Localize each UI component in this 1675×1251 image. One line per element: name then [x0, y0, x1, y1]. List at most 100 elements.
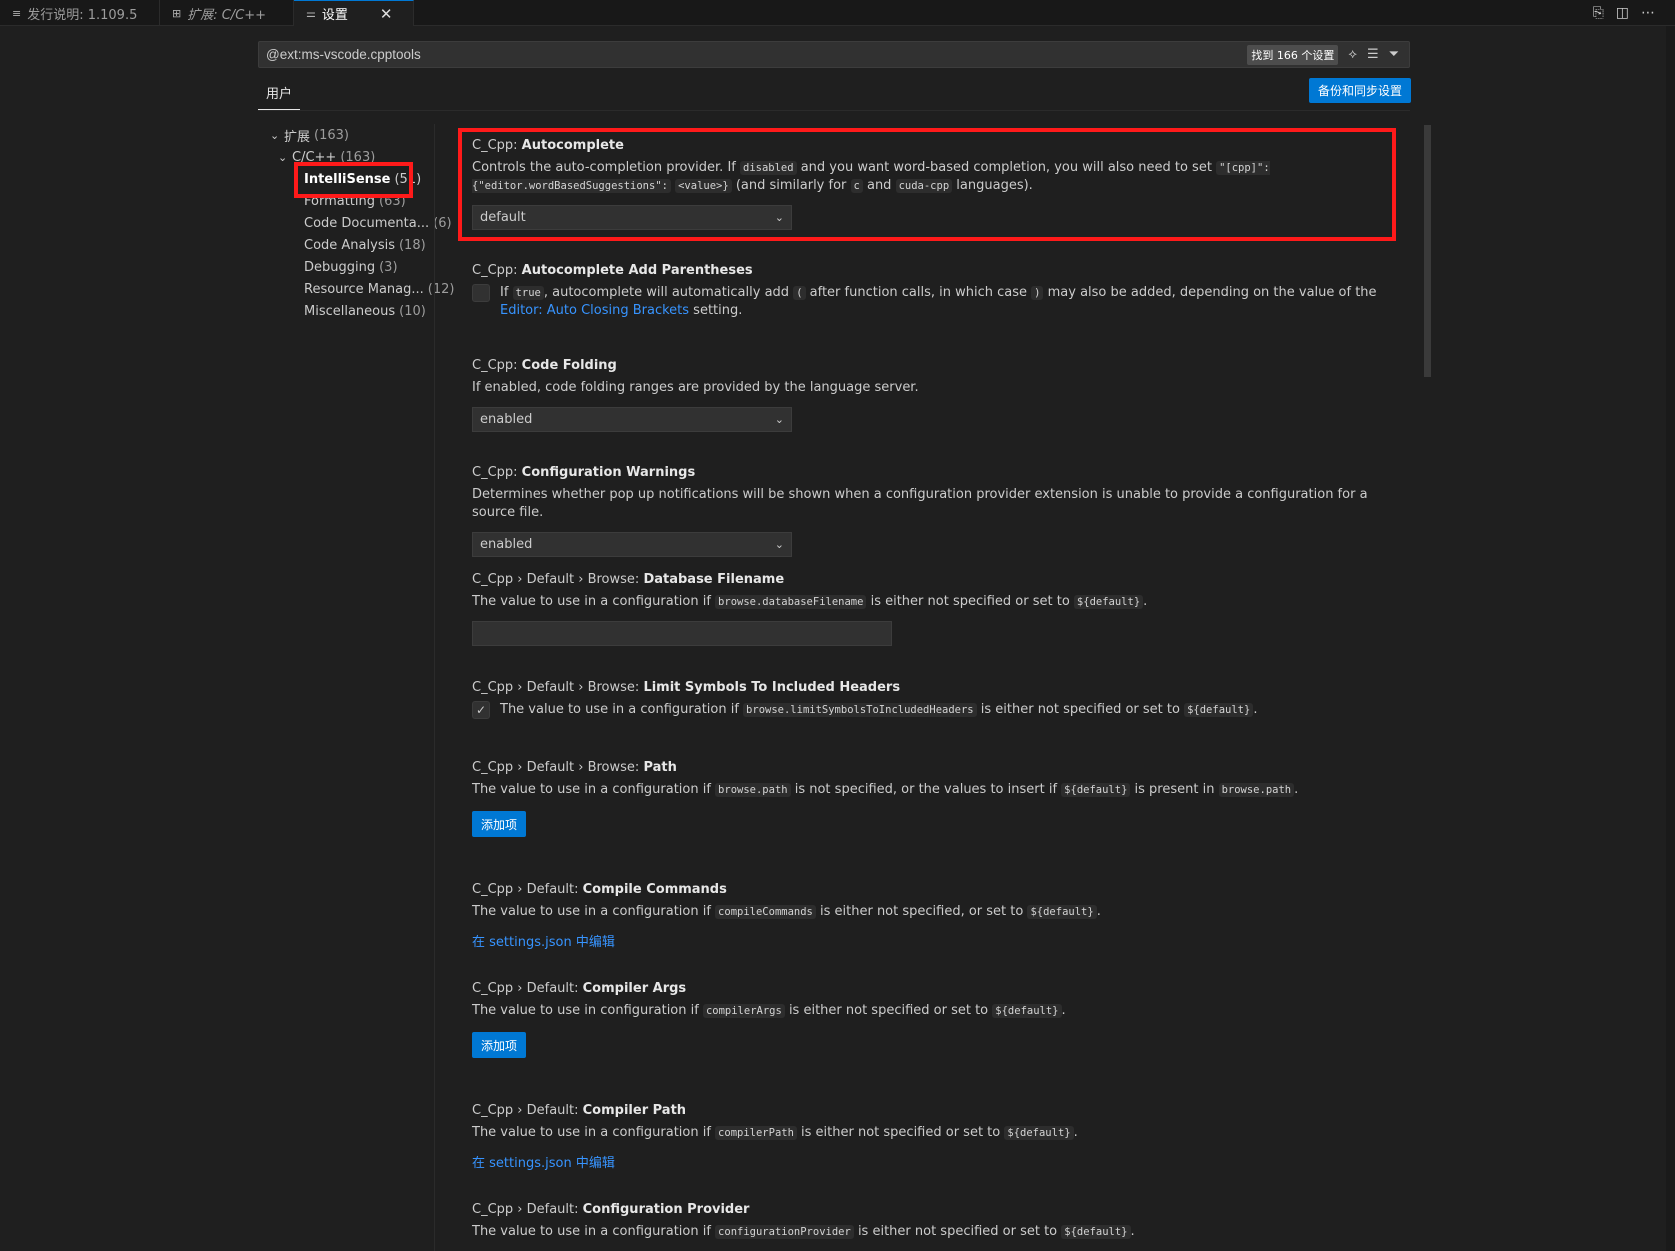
- autocomplete-select[interactable]: default ⌄: [472, 205, 792, 230]
- tab-user-scope[interactable]: 用户: [258, 83, 301, 110]
- toc-label: Debugging: [304, 259, 376, 275]
- edit-in-settings-json-link[interactable]: 在 settings.json 中编辑: [472, 1152, 1392, 1171]
- chevron-down-icon: ⌄: [278, 150, 288, 164]
- settings-toc: ⌄ 扩展 (163) ⌄ C/C++ (163) IntelliSense (5…: [258, 124, 454, 322]
- toc-count: (63): [379, 193, 406, 209]
- setting-description: The value to use in a configuration if b…: [500, 702, 1258, 717]
- toc-item-miscellaneous[interactable]: Miscellaneous (10): [258, 300, 438, 322]
- window-edge: [1666, 26, 1675, 1251]
- chevron-down-icon: ⌄: [774, 538, 784, 551]
- setting-compiler-args: C_Cpp › Default: Compiler Args The value…: [472, 981, 1392, 1058]
- code-folding-select[interactable]: enabled ⌄: [472, 407, 792, 432]
- extensions-icon: ⊞: [172, 6, 182, 20]
- toc-label: Formatting: [304, 193, 376, 209]
- settings-search-input[interactable]: @ext:ms-vscode.cpptools 找到 166 个设置 ⟡ ☰ ⏷: [258, 41, 1410, 68]
- setting-configuration-provider: C_Cpp › Default: Configuration Provider …: [472, 1202, 1392, 1241]
- clear-filter-icon[interactable]: ⟡: [1348, 47, 1357, 62]
- toc-count: (163): [340, 149, 376, 165]
- toc-count: (10): [399, 303, 426, 319]
- setting-title: C_Cpp › Default: Compiler Path: [472, 1103, 687, 1118]
- setting-description: If enabled, code folding ranges are prov…: [472, 380, 919, 395]
- toc-label: Miscellaneous: [304, 303, 396, 319]
- chevron-down-icon: ⌄: [774, 211, 784, 224]
- setting-description: The value to use in a configuration if c…: [472, 1125, 1078, 1140]
- tab-label: 发行说明: 1.109.5: [27, 7, 138, 23]
- split-editor-icon[interactable]: ◫: [1616, 5, 1629, 21]
- setting-title: C_Cpp: Configuration Warnings: [472, 465, 696, 480]
- setting-description: The value to use in a configuration if b…: [472, 782, 1299, 797]
- setting-autocomplete: C_Cpp: Autocomplete Controls the auto-co…: [472, 138, 1392, 230]
- toc-label: 扩展: [284, 129, 311, 145]
- toc-item-cpp[interactable]: ⌄ C/C++ (163): [258, 146, 438, 168]
- result-count-badge: 找到 166 个设置: [1247, 44, 1339, 65]
- setting-autocomplete-add-parentheses: C_Cpp: Autocomplete Add Parentheses If t…: [472, 263, 1392, 320]
- chevron-down-icon: ⌄: [774, 413, 784, 426]
- add-item-button[interactable]: 添加项: [472, 1032, 526, 1058]
- toc-item-resource-management[interactable]: Resource Manag... (12): [258, 278, 454, 300]
- backup-sync-button[interactable]: 备份和同步设置: [1309, 78, 1411, 103]
- toc-divider: [434, 124, 435, 1251]
- configuration-warnings-select[interactable]: enabled ⌄: [472, 532, 792, 557]
- setting-database-filename: C_Cpp › Default › Browse: Database Filen…: [472, 572, 1392, 646]
- toc-label: IntelliSense: [304, 171, 391, 187]
- add-item-button[interactable]: 添加项: [472, 811, 526, 837]
- editor-actions: ⎘ ◫ ⋯: [1593, 0, 1655, 26]
- toc-label: Code Analysis: [304, 237, 395, 253]
- toc-count: (18): [398, 237, 426, 253]
- setting-title: C_Cpp › Default › Browse: Database Filen…: [472, 572, 785, 587]
- edit-in-settings-json-link[interactable]: 在 settings.json 中编辑: [472, 931, 1392, 950]
- setting-compile-commands: C_Cpp › Default: Compile Commands The va…: [472, 882, 1392, 950]
- document-icon: ≡: [12, 6, 22, 20]
- tab-release-notes[interactable]: ≡ 发行说明: 1.109.5: [0, 0, 160, 26]
- setting-title: C_Cpp: Autocomplete: [472, 138, 624, 153]
- toc-label: Code Documenta...: [304, 215, 430, 231]
- setting-title: C_Cpp: Code Folding: [472, 358, 617, 373]
- close-icon[interactable]: ✕: [380, 5, 393, 23]
- setting-description: The value to use in a configuration if c…: [472, 904, 1101, 919]
- setting-title: C_Cpp › Default: Compile Commands: [472, 882, 727, 897]
- setting-compiler-path: C_Cpp › Default: Compiler Path The value…: [472, 1103, 1392, 1171]
- toc-item-code-analysis[interactable]: Code Analysis (18): [258, 234, 438, 256]
- autocomplete-parentheses-checkbox[interactable]: [472, 284, 490, 302]
- setting-title: C_Cpp › Default: Compiler Args: [472, 981, 687, 996]
- setting-description: If true, autocomplete will automatically…: [500, 285, 1377, 318]
- setting-title: C_Cpp › Default: Configuration Provider: [472, 1202, 750, 1217]
- divider: [258, 110, 1410, 111]
- tab-extension-cpp[interactable]: ⊞ 扩展: C/C++: [160, 0, 294, 26]
- filter-icon[interactable]: ⏷: [1389, 47, 1399, 62]
- toc-count: (163): [314, 127, 349, 143]
- setting-code-folding: C_Cpp: Code Folding If enabled, code fol…: [472, 358, 1392, 432]
- toc-item-intellisense[interactable]: IntelliSense (51): [258, 168, 438, 190]
- more-actions-icon[interactable]: ⋯: [1641, 5, 1655, 21]
- tab-label: 设置: [321, 8, 348, 23]
- setting-title: C_Cpp: Autocomplete Add Parentheses: [472, 263, 753, 278]
- setting-title: C_Cpp › Default › Browse: Path: [472, 760, 677, 775]
- toc-item-formatting[interactable]: Formatting (63): [258, 190, 438, 212]
- editor-tab-bar: ≡ 发行说明: 1.109.5 ⊞ 扩展: C/C++ ⚌ 设置 ✕ ⎘ ◫ ⋯: [0, 0, 1675, 26]
- settings-scrollbar[interactable]: [1424, 125, 1431, 377]
- setting-limit-symbols: C_Cpp › Default › Browse: Limit Symbols …: [472, 680, 1392, 719]
- checkmark-icon: ✓: [475, 703, 487, 717]
- tab-label: 扩展: C/C++: [187, 7, 267, 23]
- chevron-down-icon: ⌄: [270, 128, 280, 142]
- settings-sliders-icon: ⚌: [306, 7, 316, 20]
- database-filename-input[interactable]: [472, 621, 892, 646]
- auto-closing-brackets-link[interactable]: Editor: Auto Closing Brackets: [500, 303, 689, 318]
- toc-item-extensions[interactable]: ⌄ 扩展 (163): [258, 124, 438, 146]
- setting-description: The value to use in a configuration if c…: [472, 1224, 1135, 1239]
- setting-description: The value to use in configuration if com…: [472, 1003, 1066, 1018]
- search-query[interactable]: @ext:ms-vscode.cpptools: [266, 47, 1247, 62]
- open-settings-json-icon[interactable]: ⎘: [1593, 5, 1604, 21]
- setting-browse-path: C_Cpp › Default › Browse: Path The value…: [472, 760, 1392, 837]
- toc-item-code-documentation[interactable]: Code Documenta... (6): [258, 212, 452, 234]
- setting-description: Controls the auto-completion provider. I…: [472, 160, 1270, 193]
- toc-label: C/C++: [292, 149, 337, 165]
- setting-description: The value to use in a configuration if b…: [472, 594, 1148, 609]
- tab-settings[interactable]: ⚌ 设置 ✕: [294, 0, 414, 26]
- setting-description: Determines whether pop up notifications …: [472, 487, 1368, 520]
- setting-title: C_Cpp › Default › Browse: Limit Symbols …: [472, 680, 901, 695]
- toc-item-debugging[interactable]: Debugging (3): [258, 256, 438, 278]
- toc-count: (12): [427, 281, 455, 297]
- clear-search-icon[interactable]: ☰: [1367, 47, 1379, 62]
- limit-symbols-checkbox[interactable]: ✓: [472, 701, 490, 719]
